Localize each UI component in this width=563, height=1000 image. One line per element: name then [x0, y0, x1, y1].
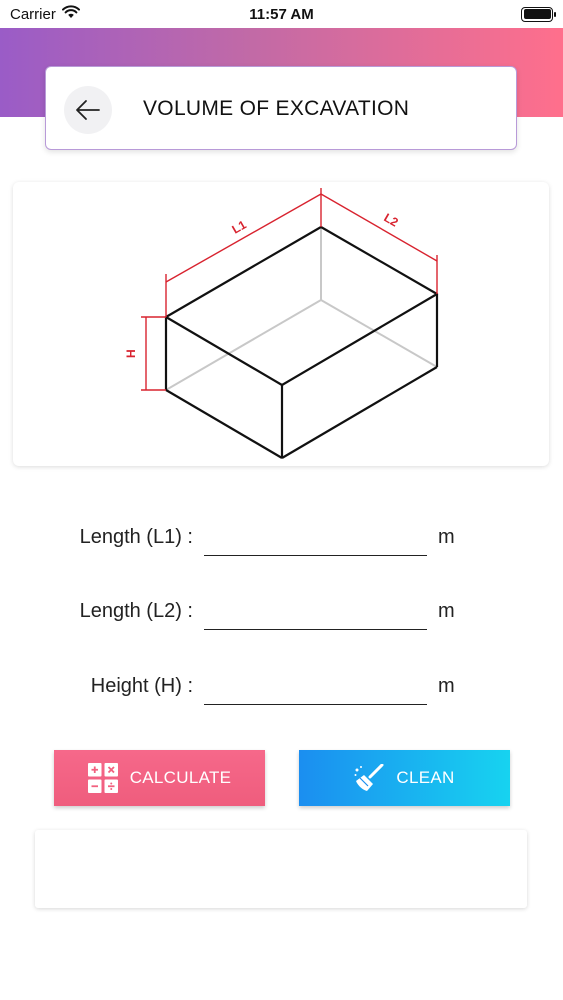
hidden-edges — [165, 227, 438, 391]
height-h-input[interactable] — [204, 673, 427, 705]
status-bar: Carrier 11:57 AM — [0, 0, 563, 28]
clean-button-label: CLEAN — [396, 768, 455, 787]
page-title: VOLUME OF EXCAVATION — [143, 97, 410, 120]
status-carrier-group: Carrier — [10, 5, 80, 23]
status-time: 11:57 AM — [249, 5, 314, 23]
calculate-button-label: CALCULATE — [129, 768, 232, 787]
carrier-label: Carrier — [10, 5, 56, 23]
back-button[interactable] — [64, 86, 112, 134]
calculator-icon — [87, 763, 118, 793]
header-card: VOLUME OF EXCAVATION — [45, 66, 517, 150]
arrow-left-icon — [76, 100, 100, 120]
result-box — [35, 830, 527, 908]
form-row-length-l2: Length (L2) : m — [0, 592, 563, 632]
length-l1-input[interactable] — [204, 524, 427, 556]
height-h-label: Height (H) : — [90, 675, 193, 697]
length-l2-input[interactable] — [204, 598, 427, 630]
form-row-height-h: Height (H) : m — [0, 667, 563, 707]
excavation-diagram-card: L1 L2 H — [13, 182, 549, 466]
battery-icon — [521, 6, 556, 22]
length-l1-unit: m — [438, 526, 455, 548]
length-l1-label: Length (L1) : — [79, 526, 193, 548]
dimension-label-h: H — [124, 349, 138, 358]
length-l2-label: Length (L2) : — [79, 600, 193, 622]
height-h-unit: m — [438, 675, 455, 697]
dimension-label-l2: L2 — [382, 210, 401, 229]
wifi-icon — [61, 5, 80, 23]
broom-icon — [354, 764, 384, 791]
form-row-length-l1: Length (L1) : m — [0, 518, 563, 558]
length-l2-unit: m — [438, 600, 455, 622]
calculate-button[interactable]: CALCULATE — [54, 750, 265, 806]
dimension-label-l1: L1 — [230, 217, 249, 236]
excavation-box-diagram: L1 L2 H — [124, 188, 439, 459]
clean-button[interactable]: CLEAN — [299, 750, 510, 806]
